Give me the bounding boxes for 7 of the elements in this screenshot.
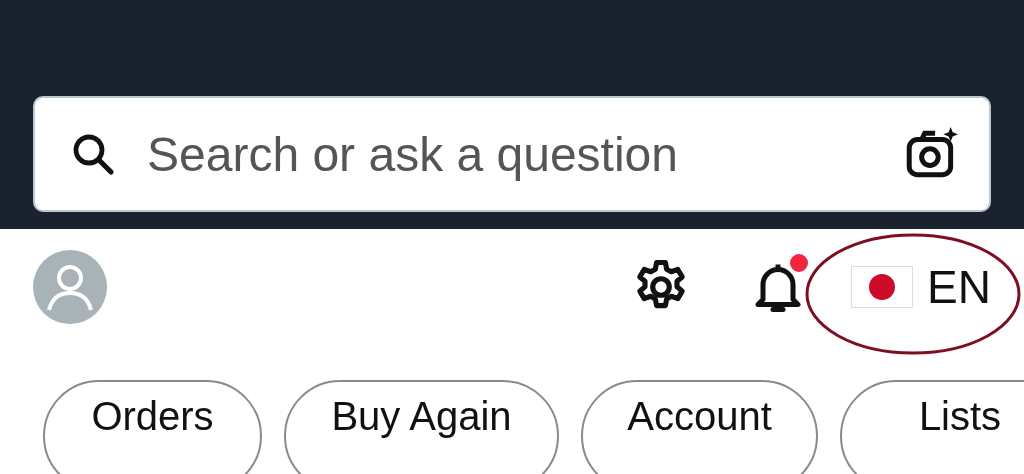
- search-field[interactable]: Search or ask a question: [33, 96, 991, 212]
- chip-button[interactable]: Buy Again: [284, 380, 559, 474]
- chip-button[interactable]: Lists: [840, 380, 1024, 474]
- flag-icon: [851, 266, 914, 308]
- language-code[interactable]: EN: [927, 264, 991, 310]
- chip-button[interactable]: Orders: [43, 380, 262, 474]
- chip-button[interactable]: Account: [581, 380, 818, 474]
